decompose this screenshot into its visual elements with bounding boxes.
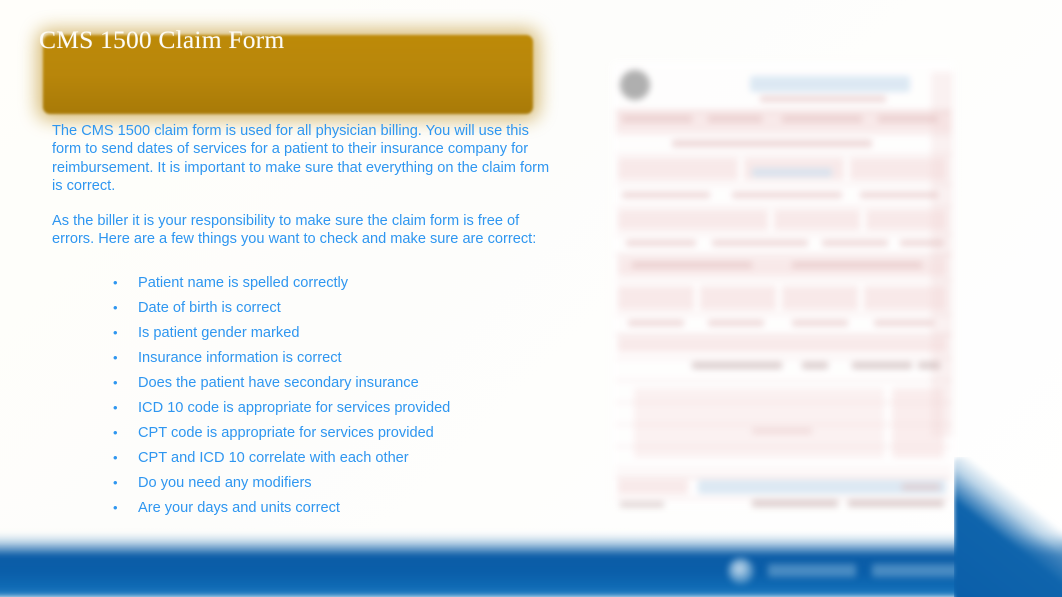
form-rule — [616, 254, 951, 256]
form-service-body — [634, 388, 884, 458]
list-item: • Date of birth is correct — [113, 297, 543, 322]
footer-text-word — [768, 564, 856, 577]
paragraph-intro: The CMS 1500 claim form is used for all … — [52, 123, 550, 195]
form-service-entry — [802, 362, 828, 369]
form-field-text — [792, 320, 848, 326]
form-field-text — [752, 428, 812, 434]
list-item: • CPT code is appropriate for services p… — [113, 422, 543, 447]
form-band — [616, 112, 951, 132]
form-header-text — [760, 96, 886, 102]
form-field-text — [732, 192, 842, 198]
form-rule — [616, 476, 951, 478]
list-item: • CPT and ICD 10 correlate with each oth… — [113, 447, 543, 472]
paragraph-responsibility: As the biller it is your responsibility … — [52, 212, 537, 248]
list-item: • Does the patient have secondary insura… — [113, 372, 543, 397]
list-item-label: Are your days and units correct — [138, 500, 340, 516]
list-item-label: Patient name is spelled correctly — [138, 275, 349, 291]
slide-canvas: CMS 1500 Claim Form The CMS 1500 claim f… — [0, 0, 1062, 597]
form-header-band — [750, 76, 910, 92]
form-field-text — [902, 484, 940, 490]
form-field-text — [900, 240, 944, 246]
list-item-label: ICD 10 code is appropriate for services … — [138, 400, 451, 416]
list-item-label: Is patient gender marked — [138, 325, 300, 341]
bullet-icon: • — [113, 350, 118, 365]
form-rule — [616, 498, 951, 499]
form-field-box — [618, 210, 768, 230]
form-rule — [616, 334, 951, 336]
bullet-icon: • — [113, 425, 118, 440]
list-item: • Do you need any modifiers — [113, 472, 543, 497]
list-item-label: Date of birth is correct — [138, 300, 281, 316]
form-title-text — [672, 140, 872, 147]
form-field-text — [860, 192, 938, 198]
form-service-entry — [918, 362, 940, 369]
form-rule — [616, 154, 951, 155]
form-field-text — [708, 320, 764, 326]
form-field-text — [782, 116, 862, 122]
list-item: • Patient name is spelled correctly — [113, 272, 543, 297]
form-service-entry — [692, 362, 782, 369]
footer-logo-icon — [728, 558, 754, 584]
list-item-label: Insurance information is correct — [138, 350, 342, 366]
form-field-box — [618, 480, 688, 494]
bullet-icon: • — [113, 400, 118, 415]
list-item-label: CPT code is appropriate for services pro… — [138, 425, 434, 441]
form-field-text — [848, 500, 944, 507]
form-field-text — [792, 262, 922, 268]
bullet-icon: • — [113, 375, 118, 390]
list-item: • Is patient gender marked — [113, 322, 543, 347]
form-field-box — [618, 158, 738, 180]
form-rule — [616, 206, 951, 207]
form-field-text — [622, 116, 692, 122]
form-field-text — [622, 192, 710, 198]
list-item: • ICD 10 code is appropriate for service… — [113, 397, 543, 422]
footer-text-word — [872, 564, 966, 577]
body-copy: The CMS 1500 claim form is used for all … — [52, 122, 552, 258]
list-item: • Are your days and units correct — [113, 497, 543, 522]
bullet-icon: • — [113, 275, 118, 290]
bullet-icon: • — [113, 500, 118, 515]
cms-1500-form-image — [612, 62, 955, 507]
bullet-icon: • — [113, 300, 118, 315]
form-field-box — [864, 286, 946, 310]
form-field-text — [874, 320, 934, 326]
form-field-text — [708, 116, 762, 122]
bullet-icon: • — [113, 325, 118, 340]
checklist: • Patient name is spelled correctly • Da… — [113, 272, 543, 522]
form-field-box — [774, 210, 860, 230]
form-field-text — [752, 500, 838, 507]
form-field-text — [822, 240, 888, 246]
form-barcode-icon — [620, 70, 650, 100]
list-item-label: Do you need any modifiers — [138, 475, 312, 491]
form-rule — [616, 314, 951, 315]
form-field-box — [866, 210, 946, 230]
form-highlight — [752, 168, 832, 177]
form-field-box — [700, 286, 776, 310]
form-field-text — [632, 262, 752, 268]
form-rule — [616, 184, 951, 185]
form-field-text — [878, 116, 938, 122]
form-rule — [616, 358, 951, 359]
form-charges-column — [892, 388, 944, 458]
bullet-icon: • — [113, 475, 118, 490]
form-field-box — [618, 286, 694, 310]
form-field-text — [626, 240, 696, 246]
form-rule — [616, 234, 951, 235]
form-rule — [616, 280, 951, 281]
form-service-header — [618, 338, 946, 352]
list-item: • Insurance information is correct — [113, 347, 543, 372]
bullet-icon: • — [113, 450, 118, 465]
form-rule — [616, 380, 951, 381]
form-service-entry — [852, 362, 912, 369]
form-field-text — [628, 320, 684, 326]
page-title: CMS 1500 Claim Form — [39, 24, 285, 54]
form-field-text — [620, 502, 664, 507]
list-item-label: Does the patient have secondary insuranc… — [138, 375, 419, 391]
form-field-box — [782, 286, 858, 310]
form-field-box — [850, 158, 946, 180]
form-rule — [616, 468, 951, 469]
list-item-label: CPT and ICD 10 correlate with each other — [138, 450, 409, 466]
form-field-text — [712, 240, 808, 246]
form-rule — [616, 134, 951, 135]
